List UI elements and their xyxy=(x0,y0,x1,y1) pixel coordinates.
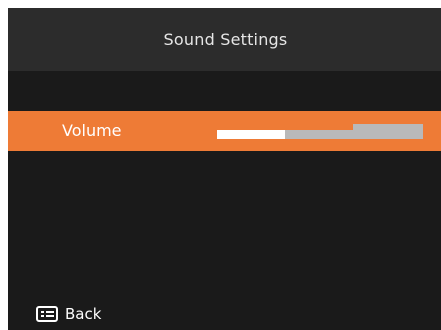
menu-item-volume[interactable]: Volume xyxy=(8,111,441,151)
volume-slider[interactable] xyxy=(217,124,423,139)
page-title: Sound Settings xyxy=(163,30,288,49)
slider-fill xyxy=(217,130,285,139)
menu-list-icon xyxy=(36,306,58,322)
slider-track-step xyxy=(353,124,423,139)
sound-settings-screen: Sound Settings Volume Back xyxy=(8,8,441,330)
back-button[interactable]: Back xyxy=(36,304,101,324)
menu-item-label: Volume xyxy=(62,121,122,140)
header-bar: Sound Settings xyxy=(8,8,441,71)
back-label: Back xyxy=(65,305,102,323)
